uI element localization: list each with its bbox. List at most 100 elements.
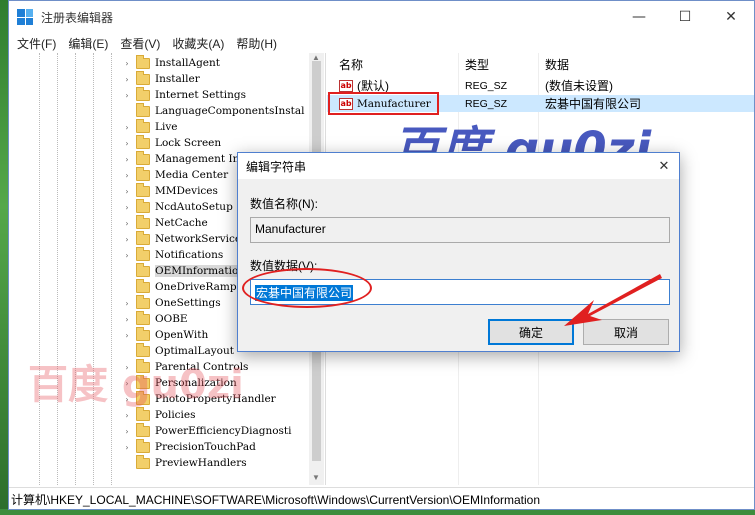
tree-item[interactable]: › InstallAgent [121,54,220,71]
tree-item-label: MMDevices [155,185,218,197]
expand-chevron-icon[interactable]: › [121,139,133,148]
tree-guide-line [75,53,76,485]
scroll-down-arrow-icon[interactable]: ▼ [312,473,320,482]
tree-item-label: OneDriveRamps [155,281,242,293]
tree-item[interactable]: OneDriveRamps [121,278,242,295]
expand-chevron-icon[interactable]: › [121,203,133,212]
folder-icon [136,246,150,261]
folder-icon [136,278,150,293]
tree-item-label: NetworkService [155,233,242,245]
tree-item[interactable]: OEMInformation [121,262,246,279]
tree-item[interactable]: › Notifications [121,246,224,263]
folder-icon [136,150,150,165]
column-header-type[interactable]: 类型 [465,56,489,73]
tree-item[interactable]: › MMDevices [121,182,218,199]
tree-item[interactable]: › Management Inf [121,150,243,167]
string-value-icon: ab [339,79,353,92]
expand-chevron-icon[interactable]: › [121,331,133,340]
expand-chevron-icon[interactable]: › [121,75,133,84]
tree-item[interactable]: › PrecisionTouchPad [121,438,256,455]
maximize-button[interactable]: ☐ [662,1,708,33]
folder-icon [136,454,150,469]
tree-item-label: OOBE [155,313,188,325]
tree-item[interactable]: LanguageComponentsInstal [121,102,305,119]
tree-item-label: Live [155,121,178,133]
expand-chevron-icon[interactable]: › [121,443,133,452]
folder-icon [136,102,150,117]
tree-item-label: PowerEfficiencyDiagnosti [155,425,292,437]
expand-chevron-icon[interactable]: › [121,187,133,196]
dialog-close-button[interactable]: ✕ [649,159,679,174]
expand-chevron-icon[interactable]: › [121,155,133,164]
minimize-button[interactable]: — [616,1,662,33]
menu-view[interactable]: 查看(V) [114,35,166,52]
tree-item-label: PrecisionTouchPad [155,441,256,453]
folder-icon [136,262,150,277]
menu-file[interactable]: 文件(F) [11,35,62,52]
tree-item[interactable]: PreviewHandlers [121,454,247,471]
tree-guide-line [93,53,94,485]
tree-item[interactable]: › PowerEfficiencyDiagnosti [121,422,292,439]
tree-item[interactable]: › NetworkService [121,230,242,247]
expand-chevron-icon[interactable]: › [121,251,133,260]
folder-icon [136,86,150,101]
close-button[interactable]: ✕ [708,1,754,33]
tree-item[interactable]: › Installer [121,70,200,87]
expand-chevron-icon[interactable]: › [121,411,133,420]
folder-icon [136,214,150,229]
value-name-field: Manufacturer [250,217,670,243]
expand-chevron-icon[interactable]: › [121,427,133,436]
folder-icon [136,230,150,245]
tree-item-label: OEMInformation [155,265,246,277]
tree-item[interactable]: › OneSettings [121,294,221,311]
tree-guide-line [39,53,40,485]
expand-chevron-icon[interactable]: › [121,91,133,100]
dialog-title: 编辑字符串 [246,159,307,174]
tree-item-label: PreviewHandlers [155,457,247,469]
tree-item[interactable]: › OOBE [121,310,188,327]
column-header-data[interactable]: 数据 [545,56,569,73]
tree-item[interactable]: › Live [121,118,178,135]
folder-icon [136,118,150,133]
menu-help[interactable]: 帮助(H) [230,35,283,52]
expand-chevron-icon[interactable]: › [121,59,133,68]
tree-item-label: OneSettings [155,297,221,309]
expand-chevron-icon[interactable]: › [121,299,133,308]
expand-chevron-icon[interactable]: › [121,235,133,244]
tree-item-label: OpenWith [155,329,209,341]
expand-chevron-icon[interactable]: › [121,171,133,180]
annotation-arrow-icon [564,274,662,326]
menu-favorites[interactable]: 收藏夹(A) [166,35,230,52]
folder-icon [136,182,150,197]
folder-icon [136,422,150,437]
title-bar: 注册表编辑器 — ☐ ✕ [9,1,754,33]
tree-item[interactable]: › NetCache [121,214,208,231]
folder-icon [136,198,150,213]
tree-item[interactable]: › Lock Screen [121,134,222,151]
tree-item[interactable]: › NcdAutoSetup [121,198,233,215]
tree-item-label: NetCache [155,217,208,229]
tree-item-label: Policies [155,409,196,421]
value-type: REG_SZ [465,97,508,110]
tree-item-label: Lock Screen [155,137,222,149]
tree-item-label: Notifications [155,249,224,261]
window-title: 注册表编辑器 [41,10,114,25]
folder-icon [136,310,150,325]
expand-chevron-icon[interactable]: › [121,219,133,228]
watermark-faint: 百度 gu0zi [28,362,244,408]
column-header-name[interactable]: 名称 [339,56,363,73]
expand-chevron-icon[interactable]: › [121,123,133,132]
tree-item-label: Installer [155,73,200,85]
folder-icon [136,166,150,181]
expand-chevron-icon[interactable]: › [121,315,133,324]
tree-item-label: Internet Settings [155,89,246,101]
baidu-jingyan-url: jingyan.baidu.com [607,474,680,484]
list-header: 名称 类型 数据 [327,53,754,75]
tree-item[interactable]: › OpenWith [121,326,209,343]
tree-item[interactable]: › Internet Settings [121,86,246,103]
value-type: REG_SZ [465,79,508,92]
menu-edit[interactable]: 编辑(E) [62,35,114,52]
folder-icon [136,438,150,453]
tree-guide-line [57,53,58,485]
tree-item[interactable]: › Media Center [121,166,228,183]
